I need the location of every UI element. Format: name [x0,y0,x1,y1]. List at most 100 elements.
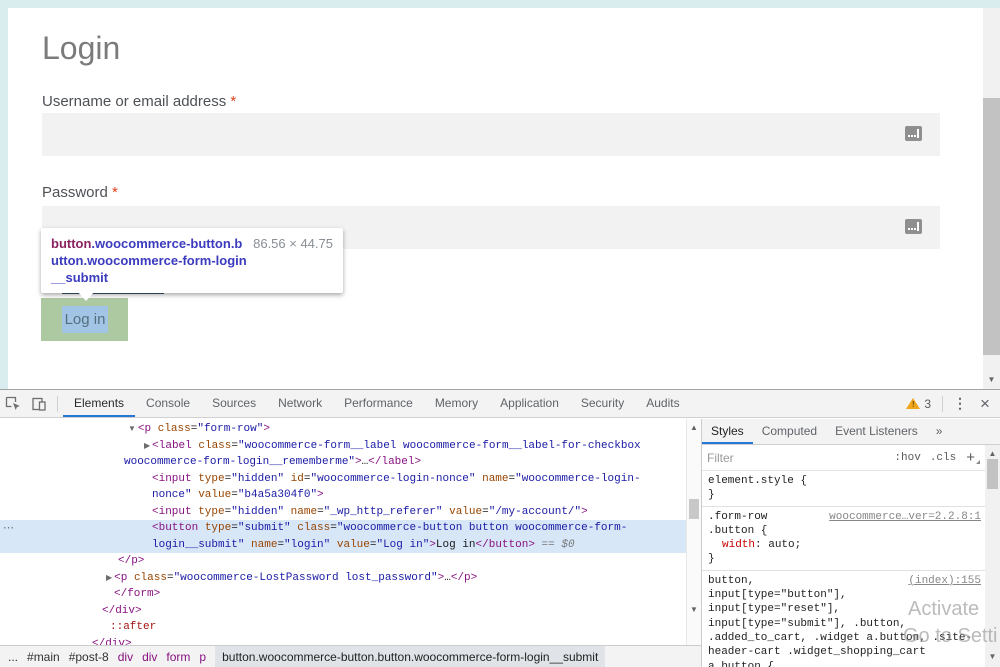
code-token: "woocommerce-login-nonce" [310,473,475,485]
scroll-up-icon[interactable]: ▲ [687,421,701,435]
tab-performance[interactable]: Performance [333,390,424,417]
code-token: id [284,473,304,485]
code-token: "form-row" [197,423,263,435]
rule-selector[interactable]: a.button { [708,660,979,667]
collapse-arrow-icon[interactable]: ▼ [128,424,136,433]
tab-security[interactable]: Security [570,390,635,417]
cls-toggle[interactable]: .cls [930,452,956,464]
more-tabs-chevron-icon[interactable]: » [927,419,952,444]
rule-selector[interactable]: .added_to_cart, .widget a.button, .site- [708,631,979,645]
code-token: nonce" [152,489,192,501]
rule-close-brace: } [708,552,979,566]
scrollbar-thumb[interactable] [983,98,1000,355]
tab-network[interactable]: Network [267,390,333,417]
close-icon[interactable]: × [972,394,998,414]
code-token: </form> [114,588,160,600]
tab-sources[interactable]: Sources [201,390,267,417]
hov-toggle[interactable]: :hov [894,452,920,464]
stylesheet-link[interactable]: woocommerce…ver=2.2.8:1 [829,510,981,524]
code-token: "woocommerce-login- [515,473,640,485]
device-toolbar-icon[interactable] [26,391,52,417]
scroll-down-icon[interactable]: ▼ [985,650,1000,664]
dom-node[interactable]: <input type="hidden" id="woocommerce-log… [0,471,686,488]
dom-node[interactable]: </p> [0,553,686,570]
code-token: </label> [368,456,421,468]
rule-selector[interactable]: header-cart .widget_shopping_cart [708,645,979,659]
dom-node[interactable]: woocommerce-form-login__rememberme">…</l… [0,454,686,471]
scrollbar-thumb[interactable] [987,459,998,489]
tab-memory[interactable]: Memory [424,390,489,417]
required-asterisk: * [112,184,118,201]
tooltip-tag: button [51,236,91,251]
console-warnings-badge[interactable]: ! 3 [906,397,931,411]
dom-node[interactable]: <input type="hidden" name="_wp_http_refe… [0,504,686,521]
code-token: login__submit" [152,539,244,551]
selected-dom-node[interactable]: login__submit" name="login" value="Log i… [0,537,686,554]
dom-node[interactable]: nonce" value="b4a5a304f0"> [0,487,686,504]
input-ime-icon[interactable] [905,126,922,141]
scroll-down-icon[interactable]: ▼ [687,603,701,617]
code-token: value [330,539,370,551]
password-label-text: Password [42,184,108,201]
dom-node[interactable]: ▶<label class="woocommerce-form__label w… [0,438,686,455]
inspect-element-icon[interactable] [0,391,26,417]
code-token: = [482,506,489,518]
input-ime-icon[interactable] [905,219,922,234]
scroll-down-icon[interactable]: ▼ [983,373,1000,387]
style-rule: (index):155button,input[type="button"],i… [702,571,985,667]
sidebar-tabs: StylesComputedEvent Listeners» [702,419,1000,445]
breadcrumb-item[interactable]: div [118,650,133,664]
filter-input[interactable]: Filter [707,451,885,465]
code-token: "Log in" [376,539,429,551]
code-token: > [429,539,436,551]
dom-node[interactable]: </form> [0,586,686,603]
breadcrumb-item-selected[interactable]: button.woocommerce-button.button.woocomm… [215,646,605,667]
dom-node[interactable]: ▶<p class="woocommerce-LostPassword lost… [0,570,686,587]
username-label: Username or email address * [42,93,236,110]
breadcrumb-item[interactable]: form [166,650,190,664]
styles-scrollbar[interactable]: ▲ ▼ [985,445,1000,667]
overflow-menu-icon[interactable]: ⋯ [3,520,15,537]
dom-node[interactable]: </div> [0,603,686,620]
breadcrumb-item[interactable]: ... [8,650,18,664]
tab-audits[interactable]: Audits [635,390,690,417]
stylesheet-link[interactable]: (index):155 [908,574,981,588]
code-token: > [317,489,324,501]
tab-application[interactable]: Application [489,390,570,417]
selected-dom-node[interactable]: ⋯<button type="submit" class="woocommerc… [0,520,686,537]
rule-selector[interactable]: input[type="button"], [708,588,979,602]
tab-elements[interactable]: Elements [63,390,135,417]
breadcrumb-item[interactable]: div [142,650,157,664]
kebab-menu-icon[interactable]: ⋮ [948,395,972,412]
code-token: "woocommerce-form__label woocommerce-for… [238,440,641,452]
scrollbar-thumb[interactable] [689,499,699,519]
code-token: </div> [102,605,142,617]
rule-selector[interactable]: .button { [708,524,979,538]
expand-arrow-icon[interactable]: ▶ [144,441,150,450]
tab-console[interactable]: Console [135,390,201,417]
code-token: "hidden" [231,506,284,518]
new-style-rule-button[interactable]: + [966,449,980,466]
css-property[interactable]: width: auto; [708,538,979,552]
breadcrumb-item[interactable]: #main [27,650,60,664]
page-scrollbar[interactable]: ▼ [983,8,1000,389]
dom-node[interactable]: ::after [0,619,686,636]
dom-node[interactable]: ▼<p class="form-row"> [0,421,686,438]
login-button[interactable]: Log in [41,298,128,341]
username-input[interactable] [42,113,940,156]
elements-scrollbar[interactable]: ▲ ▼ [686,419,701,646]
code-token: "login" [284,539,330,551]
code-token: "woocommerce-button button woocommerce-f… [337,522,627,534]
rule-selector[interactable]: element.style { [708,474,979,488]
code-token: value [192,489,232,501]
breadcrumb-item[interactable]: p [199,650,206,664]
breadcrumb-item[interactable]: #post-8 [69,650,109,664]
password-label: Password * [42,184,118,201]
sidebar-tab-computed[interactable]: Computed [753,419,826,444]
sidebar-tab-styles[interactable]: Styles [702,419,753,444]
sidebar-tab-event-listeners[interactable]: Event Listeners [826,419,927,444]
rule-selector[interactable]: input[type="reset"], [708,602,979,616]
rule-selector[interactable]: input[type="submit"], .button, [708,617,979,631]
property-name: width [722,539,755,551]
expand-arrow-icon[interactable]: ▶ [106,573,112,582]
